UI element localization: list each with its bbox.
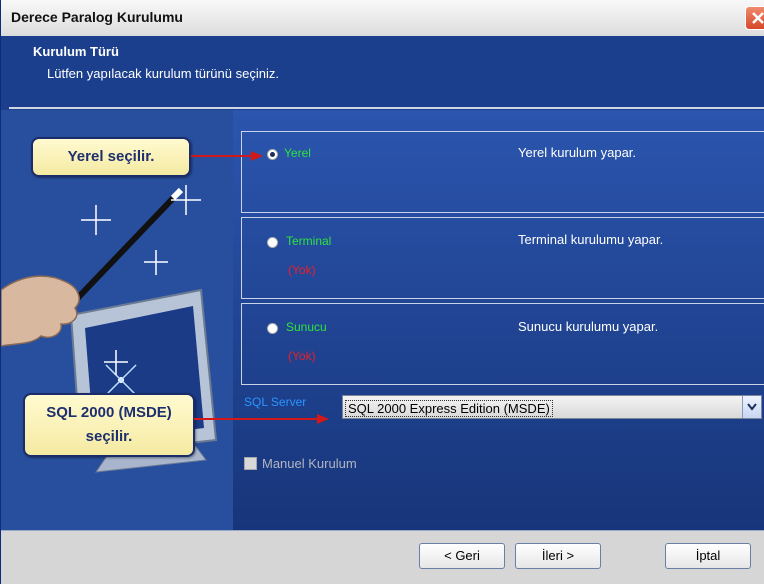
callout-sql-line1: SQL 2000 (MSDE) — [46, 404, 172, 421]
close-icon — [752, 12, 764, 24]
option-label-yerel[interactable]: Yerel — [284, 146, 311, 160]
radio-yerel[interactable] — [267, 149, 278, 160]
page-title: Kurulum Türü — [33, 44, 119, 59]
title-bar[interactable]: Derece Paralog Kurulumu — [1, 0, 764, 37]
window-title: Derece Paralog Kurulumu — [11, 9, 183, 25]
next-button[interactable]: İleri > — [515, 543, 601, 569]
arrow-icon — [191, 151, 263, 161]
option-yok-sunucu: (Yok) — [288, 349, 316, 363]
option-box-yerel — [241, 131, 764, 213]
radio-sunucu[interactable] — [267, 323, 278, 334]
callout-yerel-text: Yerel seçilir. — [67, 148, 155, 165]
back-button[interactable]: < Geri — [419, 543, 505, 569]
arrow-icon — [194, 414, 329, 424]
callout-yerel: Yerel seçilir. — [31, 137, 191, 177]
sql-server-select[interactable]: SQL 2000 Express Edition (MSDE) — [342, 395, 762, 419]
cancel-button[interactable]: İptal — [665, 543, 751, 569]
callout-sql: SQL 2000 (MSDE) seçilir. — [23, 393, 195, 457]
option-desc-terminal: Terminal kurulumu yapar. — [518, 232, 664, 247]
close-button[interactable] — [745, 6, 764, 30]
sql-server-label: SQL Server — [244, 395, 307, 409]
button-bar — [1, 530, 764, 584]
radio-terminal[interactable] — [267, 237, 278, 248]
option-desc-yerel: Yerel kurulum yapar. — [518, 145, 637, 160]
option-box-terminal — [241, 217, 764, 299]
option-label-sunucu[interactable]: Sunucu — [286, 320, 327, 334]
callout-sql-line2: seçilir. — [85, 428, 133, 445]
manual-install-checkbox[interactable] — [244, 457, 257, 470]
option-box-sunucu — [241, 303, 764, 385]
chevron-down-icon — [747, 403, 757, 411]
page-subtitle: Lütfen yapılacak kurulum türünü seçiniz. — [47, 66, 279, 81]
option-yok-terminal: (Yok) — [288, 263, 316, 277]
option-label-terminal[interactable]: Terminal — [286, 234, 331, 248]
sql-server-value: SQL 2000 Express Edition (MSDE) — [345, 400, 553, 417]
header-divider — [9, 107, 764, 109]
manual-install-label[interactable]: Manuel Kurulum — [262, 456, 357, 471]
option-desc-sunucu: Sunucu kurulumu yapar. — [518, 319, 659, 334]
installer-window: Derece Paralog Kurulumu Kurulum Türü Lüt… — [0, 0, 764, 584]
dropdown-button[interactable] — [742, 396, 761, 418]
header-panel: Kurulum Türü Lütfen yapılacak kurulum tü… — [1, 36, 764, 108]
